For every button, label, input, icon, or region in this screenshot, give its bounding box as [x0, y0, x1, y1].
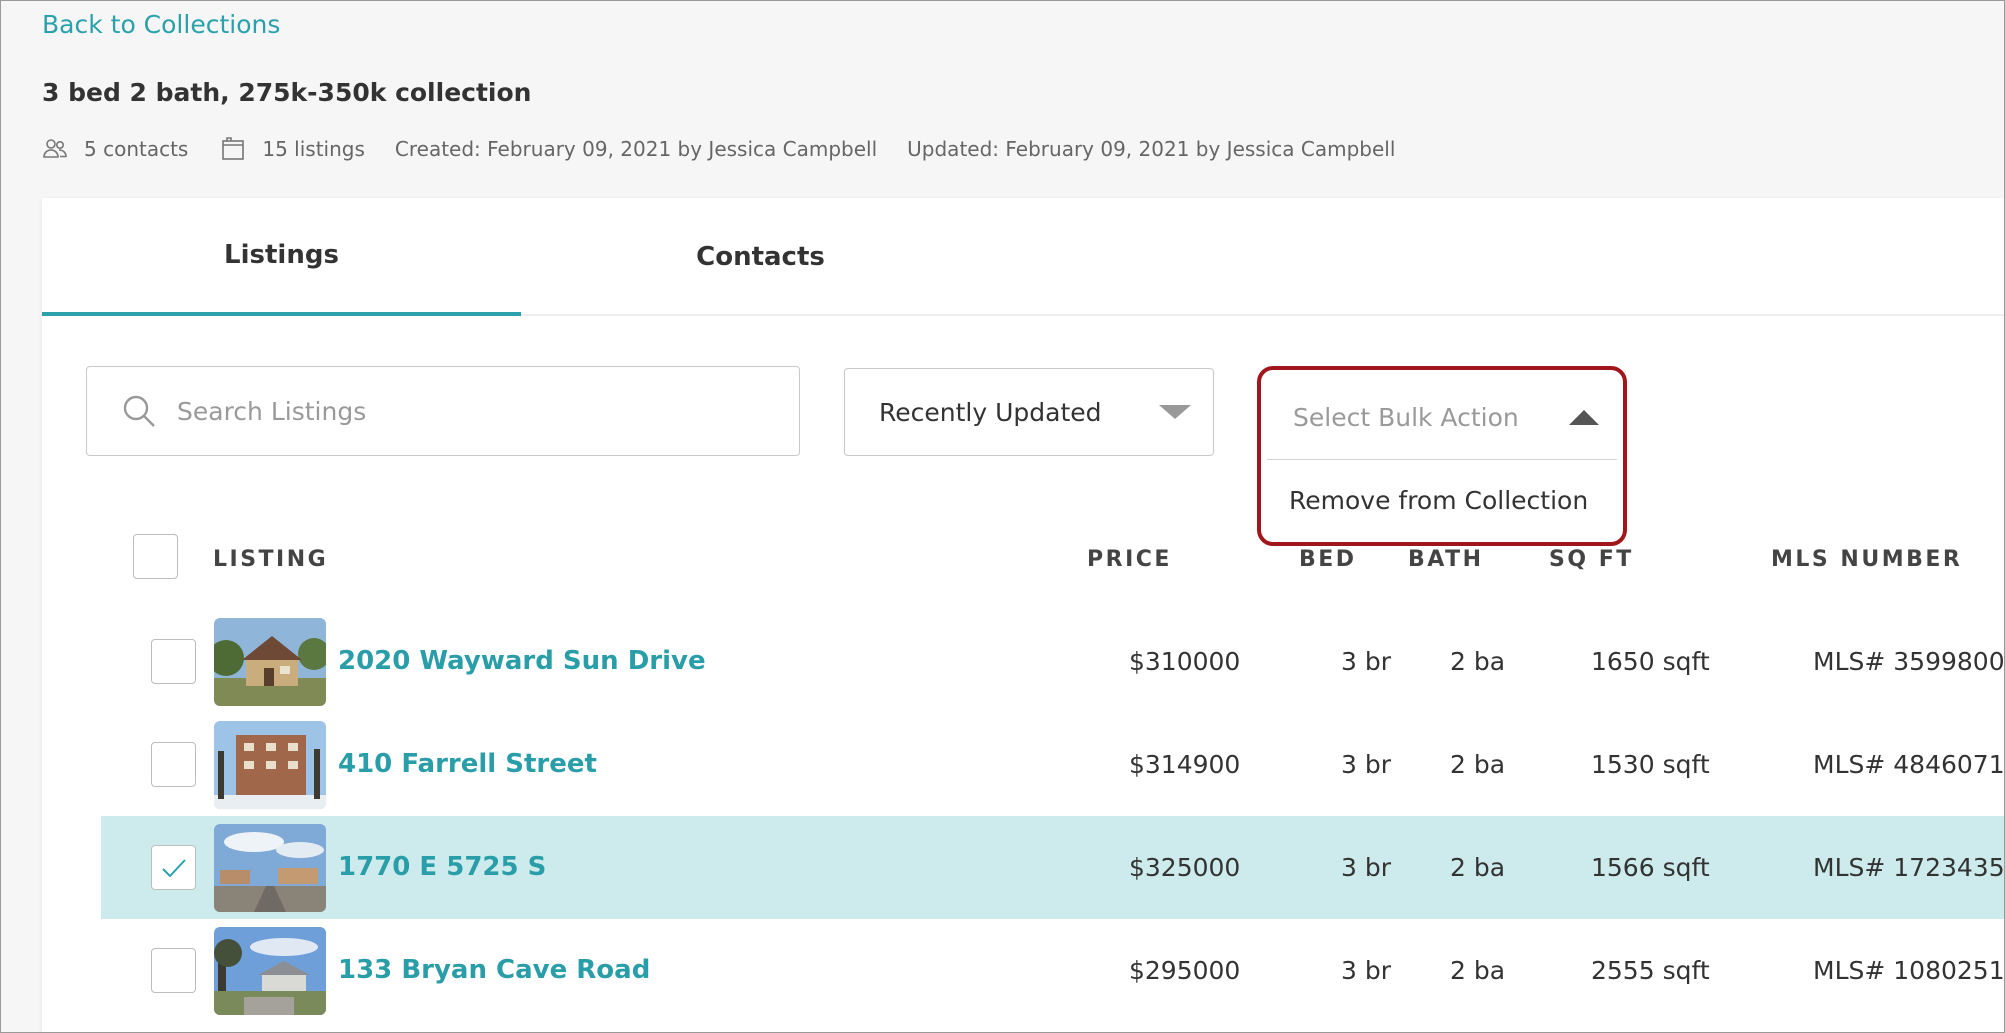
sort-selected-value: Recently Updated: [879, 397, 1102, 427]
bulk-action-select[interactable]: Select Bulk Action: [1267, 376, 1617, 460]
listing-bath: 2 ba: [1450, 750, 1506, 779]
column-header-listing: LISTING: [213, 547, 329, 572]
listing-bath: 2 ba: [1450, 956, 1506, 985]
listing-address-link[interactable]: 2020 Wayward Sun Drive: [338, 610, 706, 713]
listing-mls: MLS# 3599800: [1813, 647, 2005, 676]
tab-listings[interactable]: Listings: [42, 198, 521, 316]
back-to-collections-link[interactable]: Back to Collections: [42, 10, 280, 39]
column-header-bath: BATH: [1408, 547, 1484, 572]
tab-bar: Listings Contacts: [42, 198, 2005, 316]
column-header-sqft: SQ FT: [1549, 547, 1634, 572]
contacts-icon: [42, 136, 68, 162]
sort-dropdown[interactable]: Recently Updated: [844, 368, 1214, 456]
collection-card: Listings Contacts Recently Updated Selec…: [42, 198, 2005, 1033]
listings-icon: [220, 136, 246, 162]
listing-sqft: 1530 sqft: [1591, 750, 1710, 779]
updated-info: Updated: February 09, 2021 by Jessica Ca…: [907, 137, 1396, 161]
search-icon: [121, 393, 157, 429]
chevron-down-icon: [1159, 405, 1191, 419]
listing-address-link[interactable]: 1770 E 5725 S: [338, 816, 546, 919]
listing-price: $310000: [1129, 647, 1241, 676]
chevron-up-icon: [1569, 410, 1599, 425]
table-row[interactable]: 133 Bryan Cave Road $295000 3 br 2 ba 25…: [101, 919, 2005, 1022]
listing-mls: MLS# 1080251: [1813, 956, 2005, 985]
listing-bed: 3 br: [1341, 853, 1391, 882]
remove-from-collection-option[interactable]: Remove from Collection: [1267, 462, 1617, 538]
listing-mls: MLS# 4846071: [1813, 750, 2005, 779]
column-header-mls: MLS NUMBER: [1771, 547, 1963, 572]
listing-thumbnail[interactable]: [214, 721, 326, 809]
created-info: Created: February 09, 2021 by Jessica Ca…: [394, 137, 878, 161]
tab-contacts[interactable]: Contacts: [521, 198, 1000, 316]
table-row[interactable]: 410 Farrell Street $314900 3 br 2 ba 153…: [101, 713, 2005, 816]
listing-thumbnail[interactable]: [214, 618, 326, 706]
bulk-action-dropdown: Select Bulk Action Remove from Collectio…: [1257, 366, 1627, 546]
listing-bed: 3 br: [1341, 750, 1391, 779]
table-row[interactable]: 2020 Wayward Sun Drive $310000 3 br 2 ba…: [101, 610, 2005, 713]
select-all-checkbox[interactable]: [133, 534, 178, 579]
listing-thumbnail[interactable]: [214, 927, 326, 1015]
bulk-action-placeholder: Select Bulk Action: [1293, 403, 1519, 432]
listing-price: $325000: [1129, 853, 1241, 882]
table-row-selected[interactable]: 1770 E 5725 S $325000 3 br 2 ba 1566 sqf…: [101, 816, 2005, 919]
column-header-price: PRICE: [1087, 547, 1172, 572]
listing-price: $295000: [1129, 956, 1241, 985]
listing-address-link[interactable]: 133 Bryan Cave Road: [338, 919, 650, 1022]
listing-thumbnail[interactable]: [214, 824, 326, 912]
listing-mls: MLS# 1723435: [1813, 853, 2005, 882]
listing-bed: 3 br: [1341, 647, 1391, 676]
listing-sqft: 1650 sqft: [1591, 647, 1710, 676]
contacts-count: 5 contacts: [84, 137, 189, 161]
column-header-bed: BED: [1299, 547, 1357, 572]
listing-bath: 2 ba: [1450, 647, 1506, 676]
collection-meta: 5 contacts 15 listings Created: February…: [42, 136, 1427, 162]
listing-bath: 2 ba: [1450, 853, 1506, 882]
checkmark-icon: [161, 858, 186, 877]
search-input[interactable]: [177, 396, 737, 426]
listing-bed: 3 br: [1341, 956, 1391, 985]
listing-address-link[interactable]: 410 Farrell Street: [338, 713, 597, 816]
page-title: 3 bed 2 bath, 275k-350k collection: [42, 78, 532, 107]
listings-count: 15 listings: [262, 137, 365, 161]
listing-price: $314900: [1129, 750, 1241, 779]
search-listings-box[interactable]: [86, 366, 800, 456]
listing-sqft: 1566 sqft: [1591, 853, 1710, 882]
row-checkbox[interactable]: [151, 639, 196, 684]
row-checkbox-checked[interactable]: [151, 845, 196, 890]
row-checkbox[interactable]: [151, 948, 196, 993]
row-checkbox[interactable]: [151, 742, 196, 787]
listing-sqft: 2555 sqft: [1591, 956, 1710, 985]
